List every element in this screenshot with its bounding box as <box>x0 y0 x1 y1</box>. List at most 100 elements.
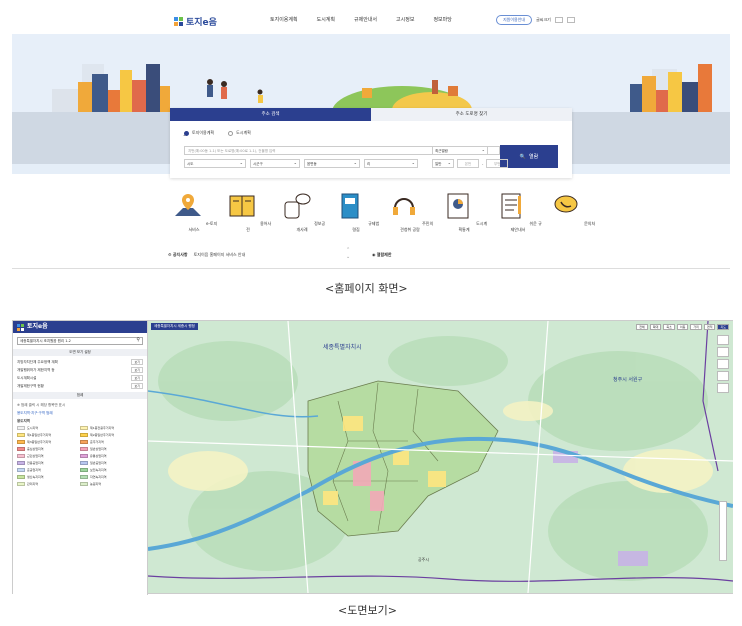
service-contact[interactable]: 문의처 <box>548 190 596 233</box>
legend-item[interactable]: 전용공업지역 <box>17 460 80 466</box>
legend-item[interactable]: 도시지역 <box>17 425 80 431</box>
map-search-value: 세종특별자치시 조치원읍 원리 1-2 <box>20 339 71 343</box>
map-search-input[interactable]: 세종특별자치시 조치원읍 원리 1-2 ⚲ <box>17 337 143 345</box>
menu-item-info-plaza[interactable]: 정보마당 <box>433 16 451 23</box>
legend-item[interactable]: 준주거지역 <box>80 439 143 445</box>
statistics-icon <box>447 193 469 219</box>
service-statistics[interactable]: 도시계획통계 <box>440 190 488 233</box>
legend-item-label: 근린상업지역 <box>27 454 44 458</box>
print-icon[interactable] <box>717 359 729 369</box>
logo-icon <box>17 323 24 331</box>
tool-pan[interactable]: 이동 <box>676 324 689 330</box>
notice-scroll-arrows[interactable]: ⌃ ⌄ <box>346 247 350 261</box>
search-button[interactable]: 🔍 열람 <box>500 145 558 168</box>
homepage-screenshot: 토지e음 토지이용계획 도시계획 규제안내서 고시정보 정보마당 지원이용안내 … <box>0 0 742 300</box>
setting-view-button[interactable]: 보기 <box>131 383 143 389</box>
menu-item-land-plan[interactable]: 토지이용계획 <box>270 16 298 23</box>
menu-item-regulation[interactable]: 규제안내서 <box>354 16 377 23</box>
select-ri[interactable]: 리 <box>364 159 418 168</box>
legend-swatch <box>17 447 25 451</box>
legend-item-label: 제3종일반주거지역 <box>27 440 51 444</box>
search-button-label: 열람 <box>529 154 539 160</box>
select-general[interactable]: 일반 <box>432 159 454 168</box>
map-label-gongju: 공주시 <box>418 557 429 562</box>
legend-item[interactable]: 일반상업지역 <box>80 446 143 452</box>
map-toolbar: 전체 확대 축소 이동 거리 면적 지도 <box>636 324 729 330</box>
service-hearing[interactable]: 주민의견청취 공람 <box>386 190 434 233</box>
legend-item-label: 보전녹지지역 <box>90 468 107 472</box>
legend-item[interactable]: 농림지역 <box>80 481 143 487</box>
legend-item[interactable]: 일반공업지역 <box>80 460 143 466</box>
radio-urban-plan[interactable]: 도시계획 <box>228 130 251 136</box>
font-decrease-button[interactable] <box>566 17 575 23</box>
legend-item[interactable]: 제1종일반주거지역 <box>17 432 80 438</box>
setting-view-button[interactable]: 보기 <box>131 367 143 373</box>
guide-button[interactable]: 지원이용안내 <box>496 15 533 25</box>
site-logo[interactable]: 토지e음 <box>174 15 217 28</box>
legend-item-label: 자연녹지지역 <box>90 475 107 479</box>
service-disclosure[interactable]: 정보공개사례 <box>278 190 326 233</box>
zoom-slider[interactable] <box>719 501 727 561</box>
homepage-caption: <홈페이지 화면> <box>325 282 408 295</box>
tool-all[interactable]: 전체 <box>636 324 648 330</box>
legend-item[interactable]: 준공업지역 <box>17 467 80 473</box>
legend-item-label: 중심상업지역 <box>27 447 44 451</box>
select-sigungu[interactable]: 시군구 <box>250 159 300 168</box>
legend-item[interactable]: 자연녹지지역 <box>80 474 143 480</box>
map-sidebar-header: 토지e음 <box>13 321 147 333</box>
tool-map[interactable]: 지도 <box>717 324 729 330</box>
legend-item-label: 일반공업지역 <box>90 461 107 465</box>
legend-item-label: 일반상업지역 <box>90 447 107 451</box>
legend-item[interactable]: 제2종일반주거지역 <box>80 432 143 438</box>
phone-icon <box>554 195 578 213</box>
restriction-link[interactable]: ◉ 열람제한 <box>372 252 392 258</box>
legend-item[interactable]: 근린상업지역 <box>17 453 80 459</box>
search-type-radios: 토지이용계획 도시계획 <box>183 130 251 139</box>
legend-item-label: 생산녹지지역 <box>27 475 44 479</box>
setting-row-label: 개발행위허가 제한지역 등 <box>17 367 55 372</box>
zoning-map[interactable]: 세종특별자치시 청주시 서원구 공주시 세종특별자치시 세종시 행정 전체 확대… <box>148 321 733 593</box>
tool-area[interactable]: 면적 <box>703 324 716 330</box>
font-increase-button[interactable] <box>554 17 563 23</box>
legend-link[interactable]: 용도지역·지구·구역 범례 <box>13 409 147 417</box>
legend-item[interactable]: 관리지역 <box>17 481 80 487</box>
tool-distance[interactable]: 거리 <box>690 324 702 330</box>
legend-swatch <box>17 468 25 472</box>
recent-history-select[interactable]: 최근열람 <box>432 146 488 155</box>
legend-swatch <box>17 433 25 437</box>
search-icon[interactable]: ⚲ <box>136 337 140 344</box>
share-icon[interactable] <box>717 383 729 393</box>
legend-item[interactable]: 보전녹지지역 <box>80 467 143 473</box>
setting-view-button[interactable]: 보기 <box>131 375 143 381</box>
legend-item[interactable]: 중심상업지역 <box>17 446 80 452</box>
select-sido[interactable]: 시도 <box>184 159 246 168</box>
service-etoji[interactable]: e-토지서비스 <box>170 190 218 233</box>
tool-zoom-out[interactable]: 축소 <box>663 324 675 330</box>
legend-item[interactable]: 제1종전용주거지역 <box>80 425 143 431</box>
logo-icon <box>174 17 183 26</box>
menu-item-urban-plan[interactable]: 도시계획 <box>317 16 335 23</box>
legend-item[interactable]: 생산녹지지역 <box>17 474 80 480</box>
map-logo[interactable]: 토지e음 <box>17 321 48 333</box>
radio-land-plan-label: 토지이용계획 <box>192 130 215 135</box>
tool-zoom-in[interactable]: 확대 <box>649 324 662 330</box>
search-icon: 🔍 <box>519 153 527 160</box>
service-law[interactable]: 규제법령집 <box>332 190 380 233</box>
tab-address-search[interactable]: 주소 검색 <box>170 108 371 121</box>
legend-item[interactable]: 제3종일반주거지역 <box>17 439 80 445</box>
menu-item-notice-info[interactable]: 고시정보 <box>396 16 414 23</box>
service-easy-guide[interactable]: 쉬운 규제안내서 <box>494 190 542 233</box>
tab-road-name[interactable]: 주소 도로명 찾기 <box>371 108 572 121</box>
home-icon[interactable] <box>717 335 729 345</box>
legend-swatch <box>17 461 25 465</box>
select-eupmyeondong[interactable]: 읍면동 <box>304 159 360 168</box>
legend-item[interactable]: 유통상업지역 <box>80 453 143 459</box>
save-icon[interactable] <box>717 371 729 381</box>
service-dictionary[interactable]: 용어사전 <box>224 190 272 233</box>
notice-text[interactable]: 토지이음 홈페이지 서비스 안내 <box>194 252 246 258</box>
sub-lot-input[interactable]: 부번 <box>486 159 509 168</box>
layer-icon[interactable] <box>717 347 729 357</box>
radio-land-plan[interactable]: 토지이용계획 <box>183 130 215 139</box>
main-lot-input[interactable]: 본번 <box>457 159 479 168</box>
setting-view-button[interactable]: 보기 <box>131 359 143 365</box>
